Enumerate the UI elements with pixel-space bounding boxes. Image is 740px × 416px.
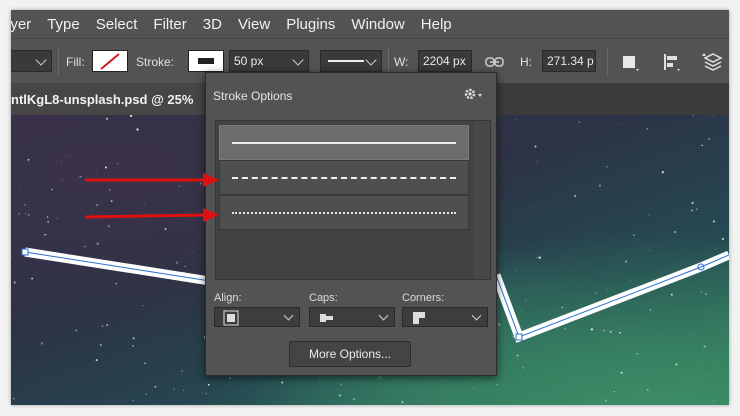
photoshop-window: ayer Type Select Filter 3D View Plugins …: [11, 10, 729, 405]
annotation-arrows: [84, 173, 219, 222]
arrow-pointing-dotted: [84, 208, 219, 222]
arrow-pointing-dashed: [85, 173, 219, 187]
